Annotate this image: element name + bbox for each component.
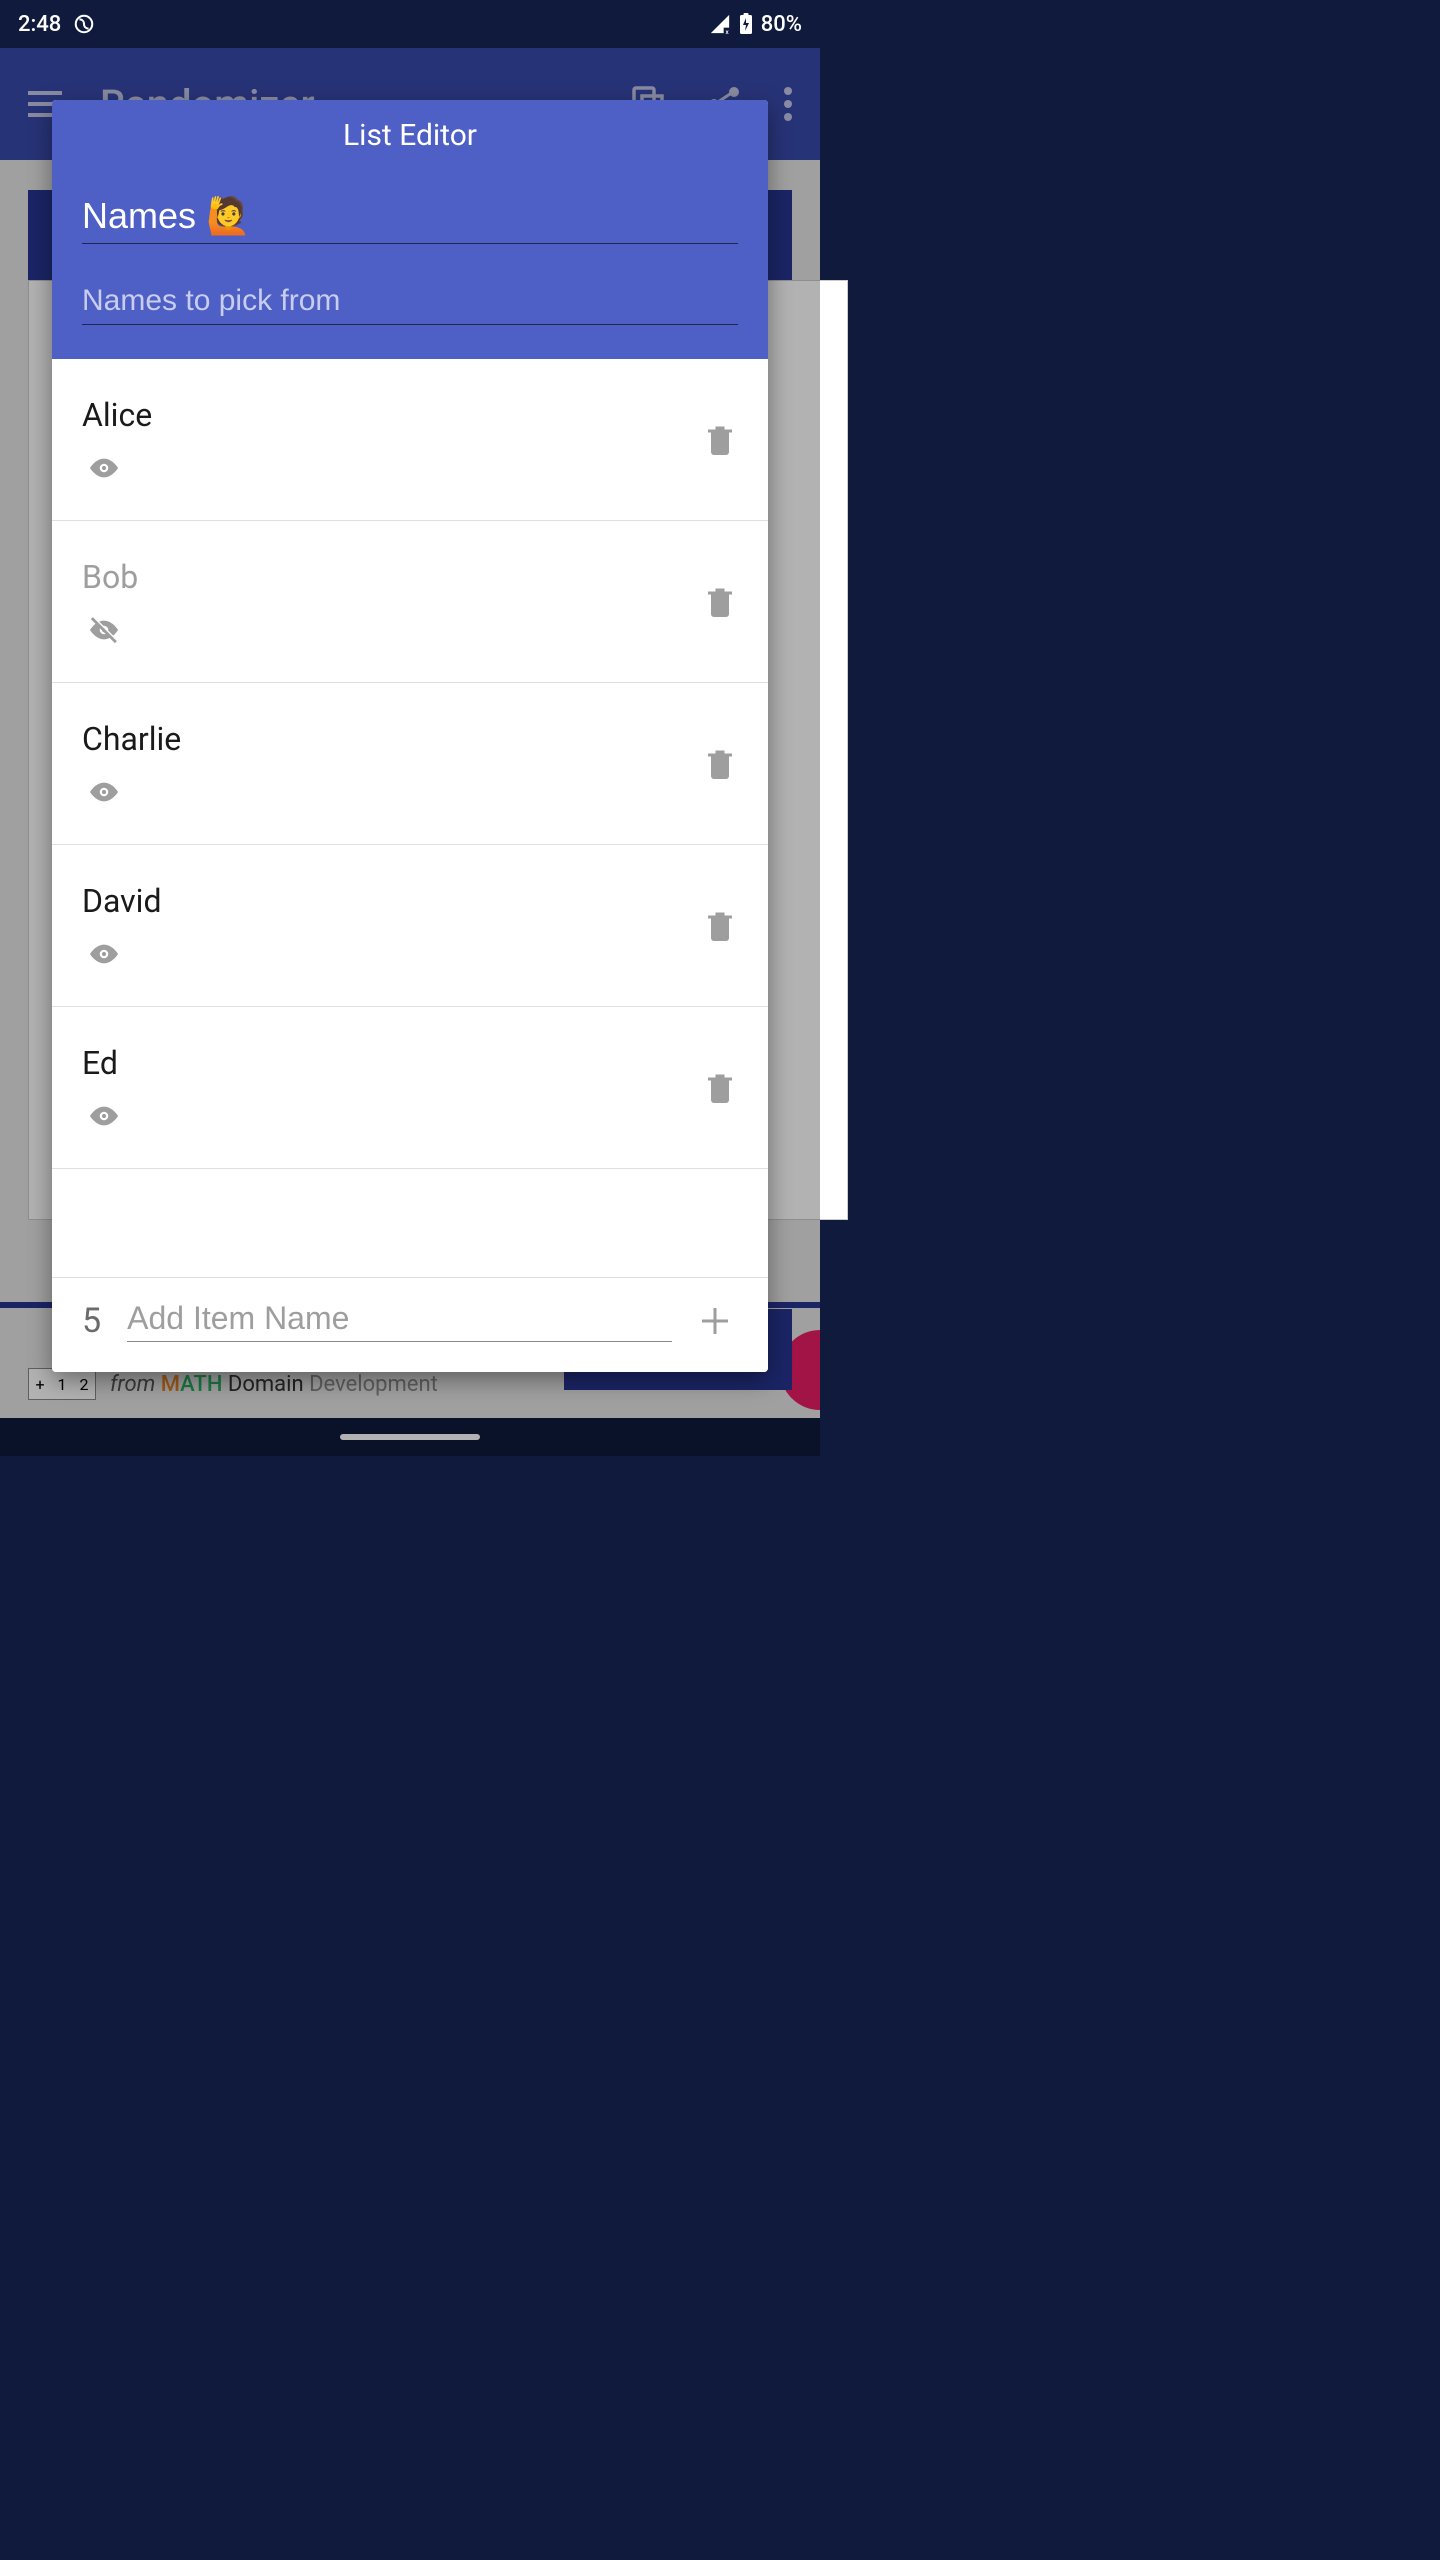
- status-time: 2:48: [18, 12, 61, 37]
- signal-icon: x: [709, 13, 731, 35]
- add-item-button[interactable]: [698, 1304, 738, 1338]
- delete-item-button[interactable]: [702, 420, 738, 460]
- battery-charging-icon: [739, 13, 753, 35]
- status-bar: 2:48 x 80%: [0, 0, 820, 48]
- list-name-input[interactable]: [82, 195, 738, 237]
- item-count: 5: [82, 1301, 101, 1341]
- battery-percent: 80%: [761, 12, 802, 37]
- dialog-footer: 5: [52, 1277, 768, 1372]
- list-editor-dialog: List Editor Alice Bob Charlie David Ed 5: [52, 100, 768, 1372]
- item-name: Alice: [82, 396, 702, 434]
- delete-item-button[interactable]: [702, 1068, 738, 1108]
- visibility-on-icon[interactable]: [82, 1100, 702, 1132]
- visibility-off-icon[interactable]: [82, 614, 702, 646]
- list-item[interactable]: Ed: [52, 1007, 768, 1169]
- list-item[interactable]: Alice: [52, 359, 768, 521]
- list-item[interactable]: David: [52, 845, 768, 1007]
- list-item[interactable]: Charlie: [52, 683, 768, 845]
- list-subtitle-input[interactable]: [82, 284, 738, 318]
- list-item[interactable]: Bob: [52, 521, 768, 683]
- item-name: Bob: [82, 558, 702, 596]
- item-name: David: [82, 882, 702, 920]
- item-name: Ed: [82, 1044, 702, 1082]
- delete-item-button[interactable]: [702, 582, 738, 622]
- visibility-on-icon[interactable]: [82, 776, 702, 808]
- dialog-header: List Editor: [52, 100, 768, 359]
- add-item-input[interactable]: [127, 1300, 672, 1337]
- delete-item-button[interactable]: [702, 744, 738, 784]
- visibility-on-icon[interactable]: [82, 938, 702, 970]
- delete-item-button[interactable]: [702, 906, 738, 946]
- dialog-title: List Editor: [82, 118, 738, 153]
- item-list[interactable]: Alice Bob Charlie David Ed: [52, 359, 768, 1277]
- do-not-disturb-icon: [73, 13, 95, 35]
- visibility-on-icon[interactable]: [82, 452, 702, 484]
- item-name: Charlie: [82, 720, 702, 758]
